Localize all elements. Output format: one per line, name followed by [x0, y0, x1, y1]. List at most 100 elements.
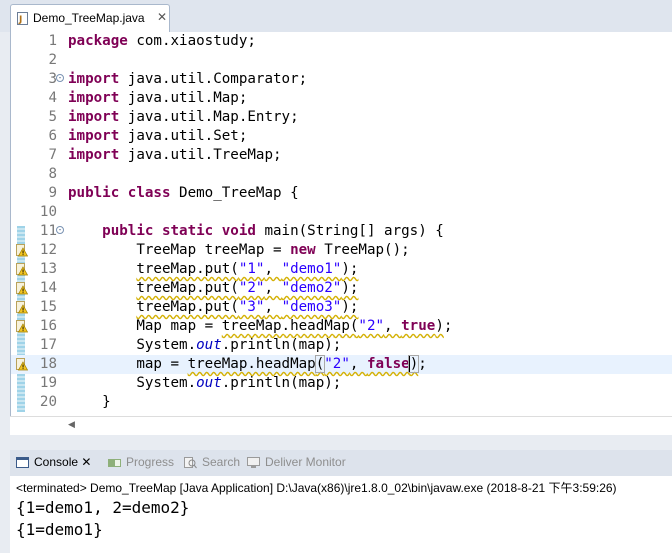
code-token: import — [68, 109, 120, 125]
code-token: , — [264, 261, 282, 277]
code-token: void — [221, 223, 256, 239]
code-token: import — [68, 90, 120, 106]
code-line[interactable]: 16 Map map = treeMap.headMap("2", true); — [11, 317, 672, 336]
code-token: ; — [418, 356, 427, 372]
horizontal-scrollbar[interactable]: ◀ — [10, 416, 672, 435]
code-text[interactable]: map = treeMap.headMap("2", false); — [68, 355, 427, 374]
code-text[interactable]: import java.util.Map.Entry; — [68, 108, 299, 127]
code-text[interactable]: System.out.println(map); — [68, 336, 341, 355]
editor-tab-title: Demo_TreeMap.java — [33, 11, 145, 25]
line-number: 3 — [48, 71, 57, 87]
line-number: 14 — [39, 280, 57, 296]
code-text[interactable]: import java.util.Set; — [68, 127, 247, 146]
code-text[interactable]: public class Demo_TreeMap { — [68, 184, 299, 203]
code-line[interactable]: 10 — [11, 203, 672, 222]
code-line[interactable]: 12 TreeMap treeMap = new TreeMap(); — [11, 241, 672, 260]
code-token: java.util.Set; — [119, 128, 248, 144]
code-token: .println(map); — [221, 337, 342, 353]
code-text[interactable]: treeMap.put("3", "demo3"); — [68, 298, 358, 317]
code-token: "2" — [324, 356, 350, 372]
code-text[interactable]: treeMap.put("2", "demo2"); — [68, 279, 358, 298]
code-line[interactable]: 4 import java.util.Map; — [11, 89, 672, 108]
line-number: 16 — [39, 318, 57, 334]
code-token: public — [68, 185, 120, 201]
code-token: "1" — [238, 261, 265, 277]
code-token: Map map = — [68, 318, 222, 334]
code-text[interactable]: import java.util.Comparator; — [68, 70, 307, 89]
code-line[interactable]: 20 } — [11, 393, 672, 412]
code-token: ); — [341, 280, 359, 296]
code-line[interactable]: 2 — [11, 51, 672, 70]
code-line[interactable]: 8 — [11, 165, 672, 184]
code-token: main(String[] args) { — [255, 223, 444, 239]
code-text[interactable]: import java.util.TreeMap; — [68, 146, 282, 165]
code-token: static — [161, 223, 214, 239]
code-line[interactable]: 9 public class Demo_TreeMap { — [11, 184, 672, 203]
editor-tab-demo-treemap[interactable]: J Demo_TreeMap.java ✕ — [10, 4, 170, 32]
code-text[interactable]: package com.xiaostudy; — [68, 32, 256, 51]
code-line[interactable]: 7 import java.util.TreeMap; — [11, 146, 672, 165]
line-number: 15 — [39, 299, 57, 315]
code-token: out — [196, 337, 222, 353]
code-line[interactable]: 15 treeMap.put("3", "demo3"); — [11, 298, 672, 317]
code-text[interactable]: import java.util.Map; — [68, 89, 247, 108]
fold-toggle-icon[interactable]: - — [56, 226, 64, 234]
line-number: 9 — [48, 185, 57, 201]
console-icon — [16, 457, 29, 468]
scroll-left-icon[interactable]: ◀ — [68, 420, 75, 430]
code-line[interactable]: 17 System.out.println(map); — [11, 336, 672, 355]
code-text[interactable]: System.out.println(map); — [68, 374, 341, 393]
code-token: System. — [68, 375, 197, 391]
code-text[interactable]: TreeMap treeMap = new TreeMap(); — [68, 241, 410, 260]
code-text[interactable]: Map map = treeMap.headMap("2", true); — [68, 317, 452, 336]
code-token: java.util.Comparator; — [119, 71, 308, 87]
code-text[interactable]: treeMap.put("1", "demo1"); — [68, 260, 358, 279]
code-line[interactable]: 19 System.out.println(map); — [11, 374, 672, 393]
code-token: "2" — [358, 318, 385, 334]
code-token: "demo1" — [281, 261, 342, 277]
code-token: ; — [443, 318, 453, 334]
code-token: "2" — [238, 280, 265, 296]
line-number: 4 — [48, 90, 57, 106]
code-text[interactable]: public static void main(String[] args) { — [68, 222, 444, 241]
code-token: ) — [407, 355, 420, 373]
code-token: java.util.Map.Entry; — [119, 109, 299, 125]
java-file-icon: J — [17, 12, 28, 25]
line-number: 19 — [39, 375, 57, 391]
code-line[interactable]: 11- public static void main(String[] arg… — [11, 222, 672, 241]
console-view[interactable]: <terminated> Demo_TreeMap [Java Applicat… — [10, 476, 672, 553]
code-token: treeMap.headMap — [187, 356, 316, 372]
monitor-icon — [247, 457, 260, 468]
code-token: , — [384, 318, 402, 334]
code-line[interactable]: 13 treeMap.put("1", "demo1"); — [11, 260, 672, 279]
line-number: 2 — [48, 52, 57, 68]
line-number: 8 — [48, 166, 57, 182]
code-line[interactable]: 3- import java.util.Comparator; — [11, 70, 672, 89]
code-line[interactable]: 1 package com.xiaostudy; — [11, 32, 672, 51]
code-line[interactable]: 18 map = treeMap.headMap("2", false); — [11, 355, 672, 374]
code-line[interactable]: 6 import java.util.Set; — [11, 127, 672, 146]
line-number: 1 — [48, 33, 57, 49]
line-number: 20 — [39, 394, 57, 410]
code-token: treeMap.put( — [136, 280, 239, 296]
code-token: true — [401, 318, 436, 334]
code-token: ); — [341, 299, 359, 315]
code-line[interactable]: 5 import java.util.Map.Entry; — [11, 108, 672, 127]
code-token: java.util.Map; — [119, 90, 248, 106]
tab-console-label: Console ✕ — [34, 455, 92, 469]
tab-deliver-monitor-label: Deliver Monitor — [265, 455, 346, 469]
code-text[interactable]: } — [68, 393, 111, 412]
view-tab-bar: Console ✕ Progress Search Deliver Monito… — [10, 450, 672, 476]
line-number: 12 — [39, 242, 57, 258]
close-icon[interactable]: ✕ — [157, 10, 167, 24]
code-token: TreeMap(); — [315, 242, 410, 258]
code-line[interactable]: 14 treeMap.put("2", "demo2"); — [11, 279, 672, 298]
fold-toggle-icon[interactable]: - — [56, 74, 64, 82]
code-token: , — [264, 280, 282, 296]
code-token: import — [68, 128, 120, 144]
editor-tab-bar: J Demo_TreeMap.java ✕ — [0, 0, 672, 32]
code-editor[interactable]: 1 package com.xiaostudy; 2 3- import java.ut… — [10, 32, 672, 416]
